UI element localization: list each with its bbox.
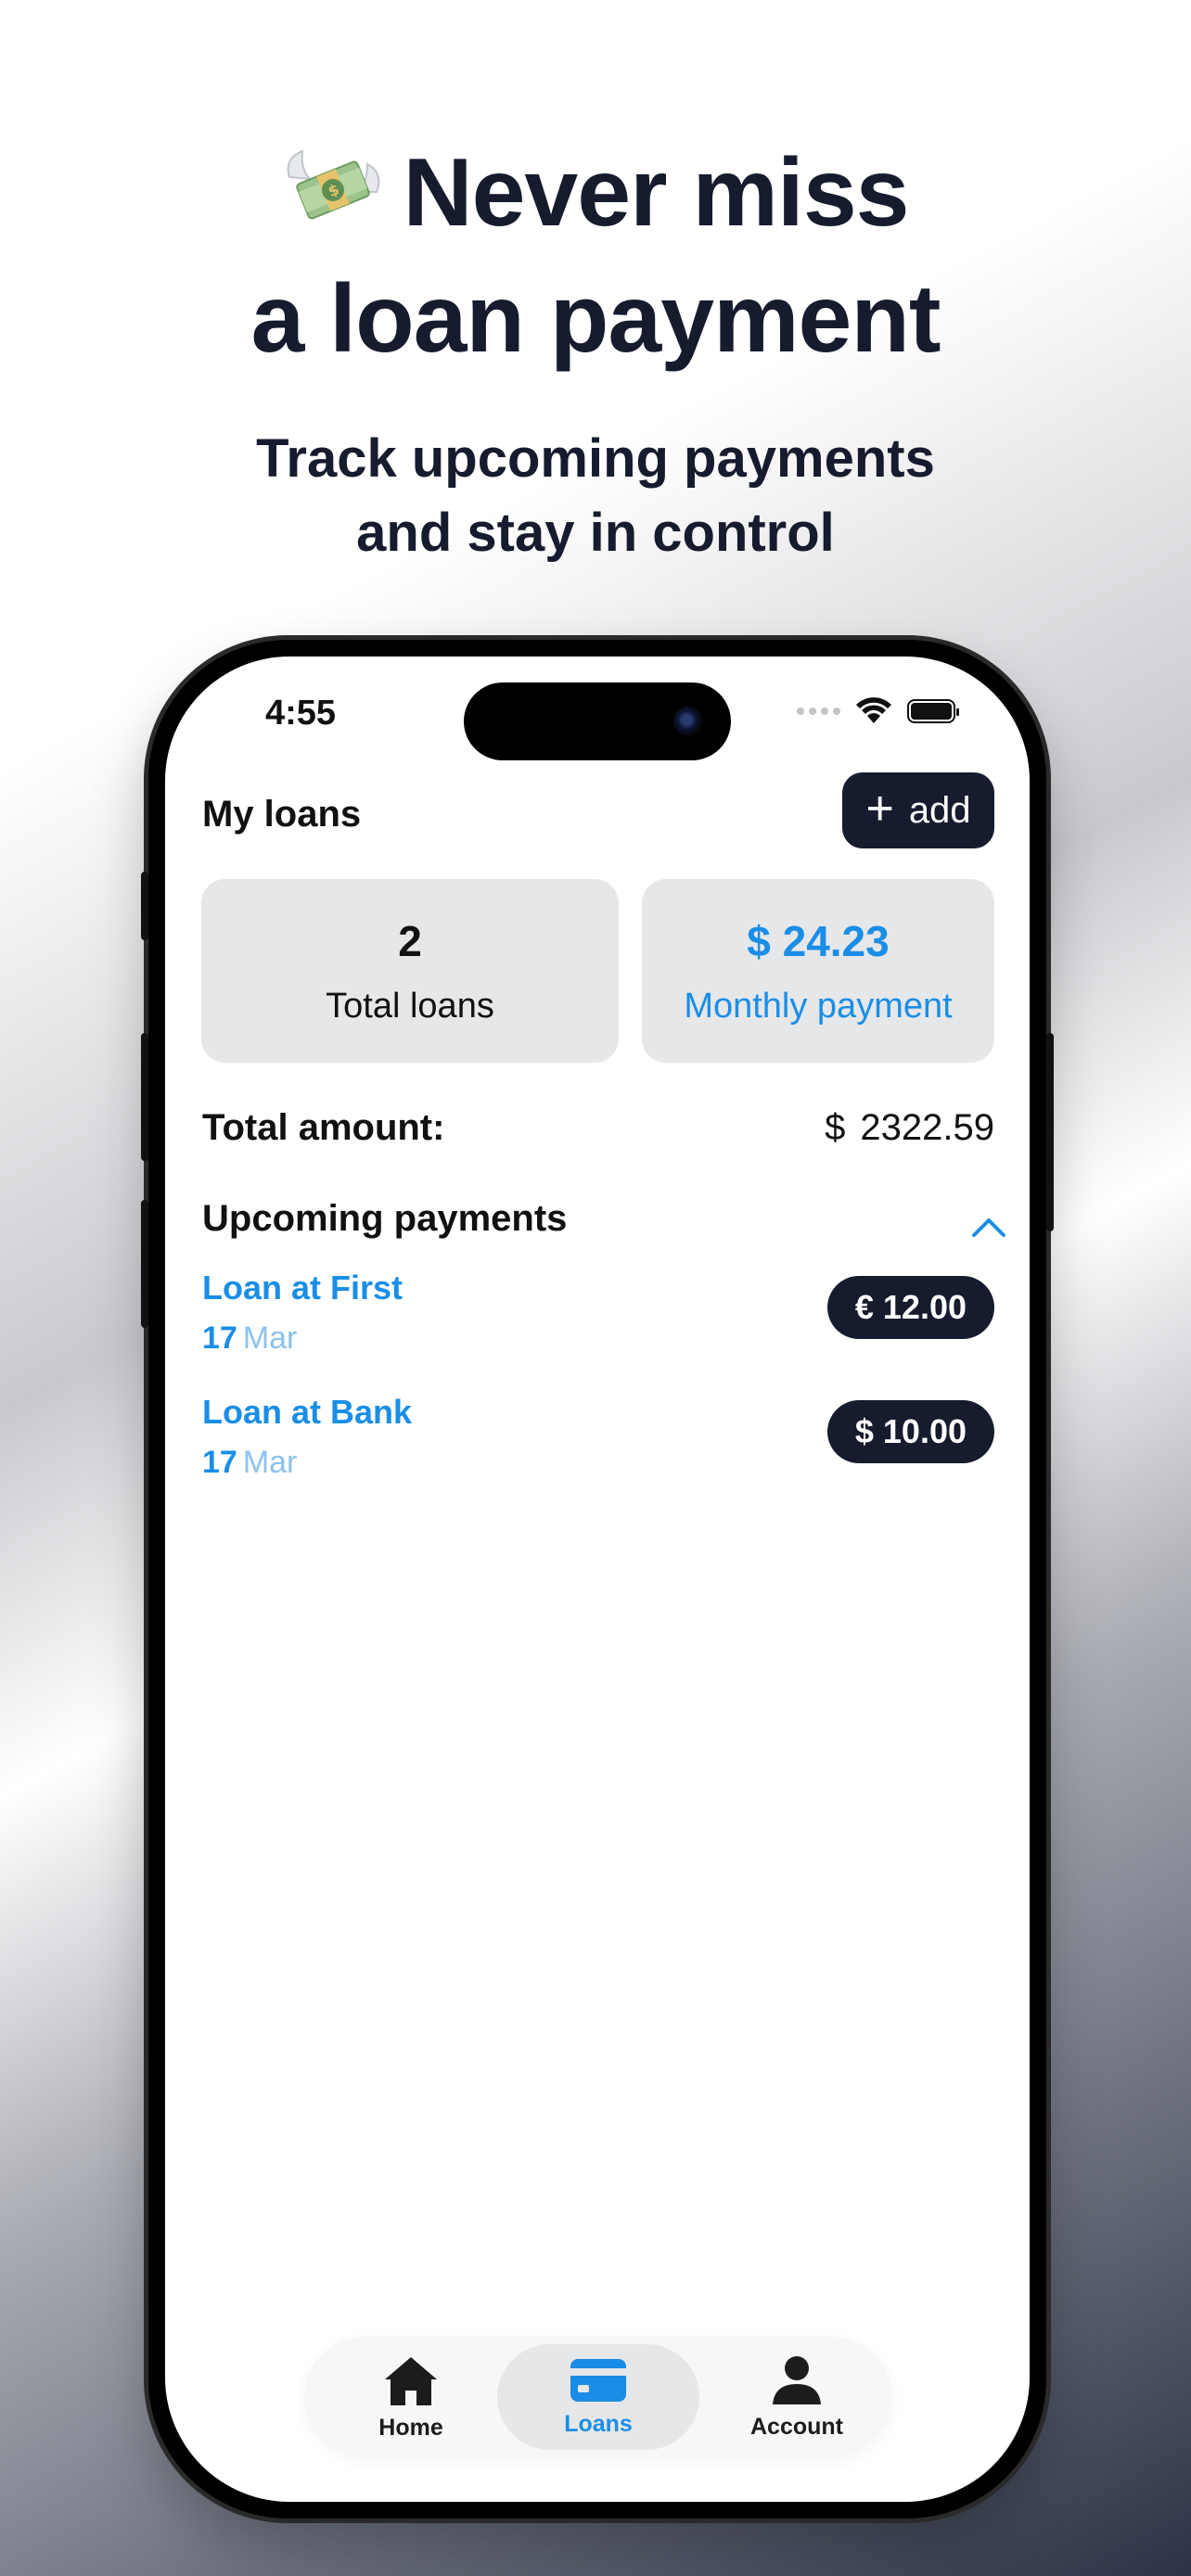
status-time: 4:55: [265, 694, 337, 733]
total-loans-label: Total loans: [326, 986, 494, 1026]
headline-line-2-text: a loan payment: [250, 265, 941, 373]
subhead-line-1: Track upcoming payments: [256, 428, 935, 489]
total-loans-card: 2 Total loans: [201, 879, 619, 1063]
volume-up-button: [141, 1033, 148, 1161]
list-item[interactable]: Loan at Bank 17 Mar $ 10.00: [202, 1393, 994, 1481]
upcoming-payments-title: Upcoming payments: [202, 1198, 568, 1239]
power-button: [1046, 1033, 1054, 1231]
monthly-payment-label: Monthly payment: [684, 986, 953, 1026]
app-screen: 4:55 My loans + add 2 Total loans $ 24.2…: [165, 657, 1030, 2502]
monthly-payment-card: $ 24.23 Monthly payment: [642, 879, 994, 1063]
tab-home[interactable]: Home: [351, 2344, 471, 2450]
promo-subhead: Track upcoming payments and stay in cont…: [0, 422, 1191, 570]
tab-loans-label: Loans: [564, 2410, 633, 2437]
tab-bar: Home Loans Account: [304, 2337, 892, 2457]
page-title: My loans: [202, 794, 362, 835]
tab-account[interactable]: Account: [736, 2344, 857, 2450]
subhead-line-2: and stay in control: [356, 503, 835, 563]
wifi-icon: [856, 697, 891, 723]
headline-line-1-text: Never miss: [403, 139, 909, 247]
tab-account-label: Account: [750, 2413, 843, 2440]
loan-day: 17: [202, 1445, 237, 1480]
promo-headline: $ Never miss a loan payment: [0, 130, 1191, 382]
person-icon: [773, 2355, 821, 2404]
action-button: [141, 872, 148, 940]
volume-down-button: [141, 1200, 148, 1328]
total-amount-row: Total amount: $2322.59: [202, 1107, 994, 1149]
total-amount-value-group: $2322.59: [825, 1107, 994, 1149]
total-amount-value: 2322.59: [860, 1107, 994, 1148]
signal-icon: [797, 708, 840, 715]
home-icon: [385, 2356, 437, 2405]
total-loans-value: 2: [398, 916, 422, 965]
total-amount-label: Total amount:: [202, 1107, 445, 1148]
monthly-payment-value: $ 24.23: [747, 916, 890, 965]
card-icon: [570, 2358, 626, 2402]
status-icons: [797, 697, 959, 725]
loan-month: Mar: [242, 1320, 298, 1356]
list-item[interactable]: Loan at First 17 Mar € 12.00: [202, 1269, 994, 1357]
total-currency: $: [825, 1107, 846, 1148]
chevron-up-icon[interactable]: [970, 1213, 1007, 1239]
amount-badge: $ 10.00: [826, 1400, 994, 1463]
money-with-wings-icon: $: [288, 149, 380, 220]
amount-badge: € 12.00: [826, 1276, 994, 1339]
add-button-label: add: [908, 789, 971, 831]
loan-day: 17: [202, 1320, 237, 1356]
tab-loans[interactable]: Loans: [497, 2344, 699, 2450]
camera-icon: [673, 707, 703, 736]
battery-icon: [907, 699, 959, 723]
plus-icon: +: [865, 782, 894, 835]
dynamic-island: [464, 682, 731, 760]
loan-month: Mar: [242, 1445, 298, 1480]
add-loan-button[interactable]: + add: [842, 772, 994, 848]
phone-frame: 4:55 My loans + add 2 Total loans $ 24.2…: [141, 640, 1054, 2519]
tab-home-label: Home: [378, 2414, 443, 2441]
line-1: $ Never miss: [282, 139, 910, 247]
